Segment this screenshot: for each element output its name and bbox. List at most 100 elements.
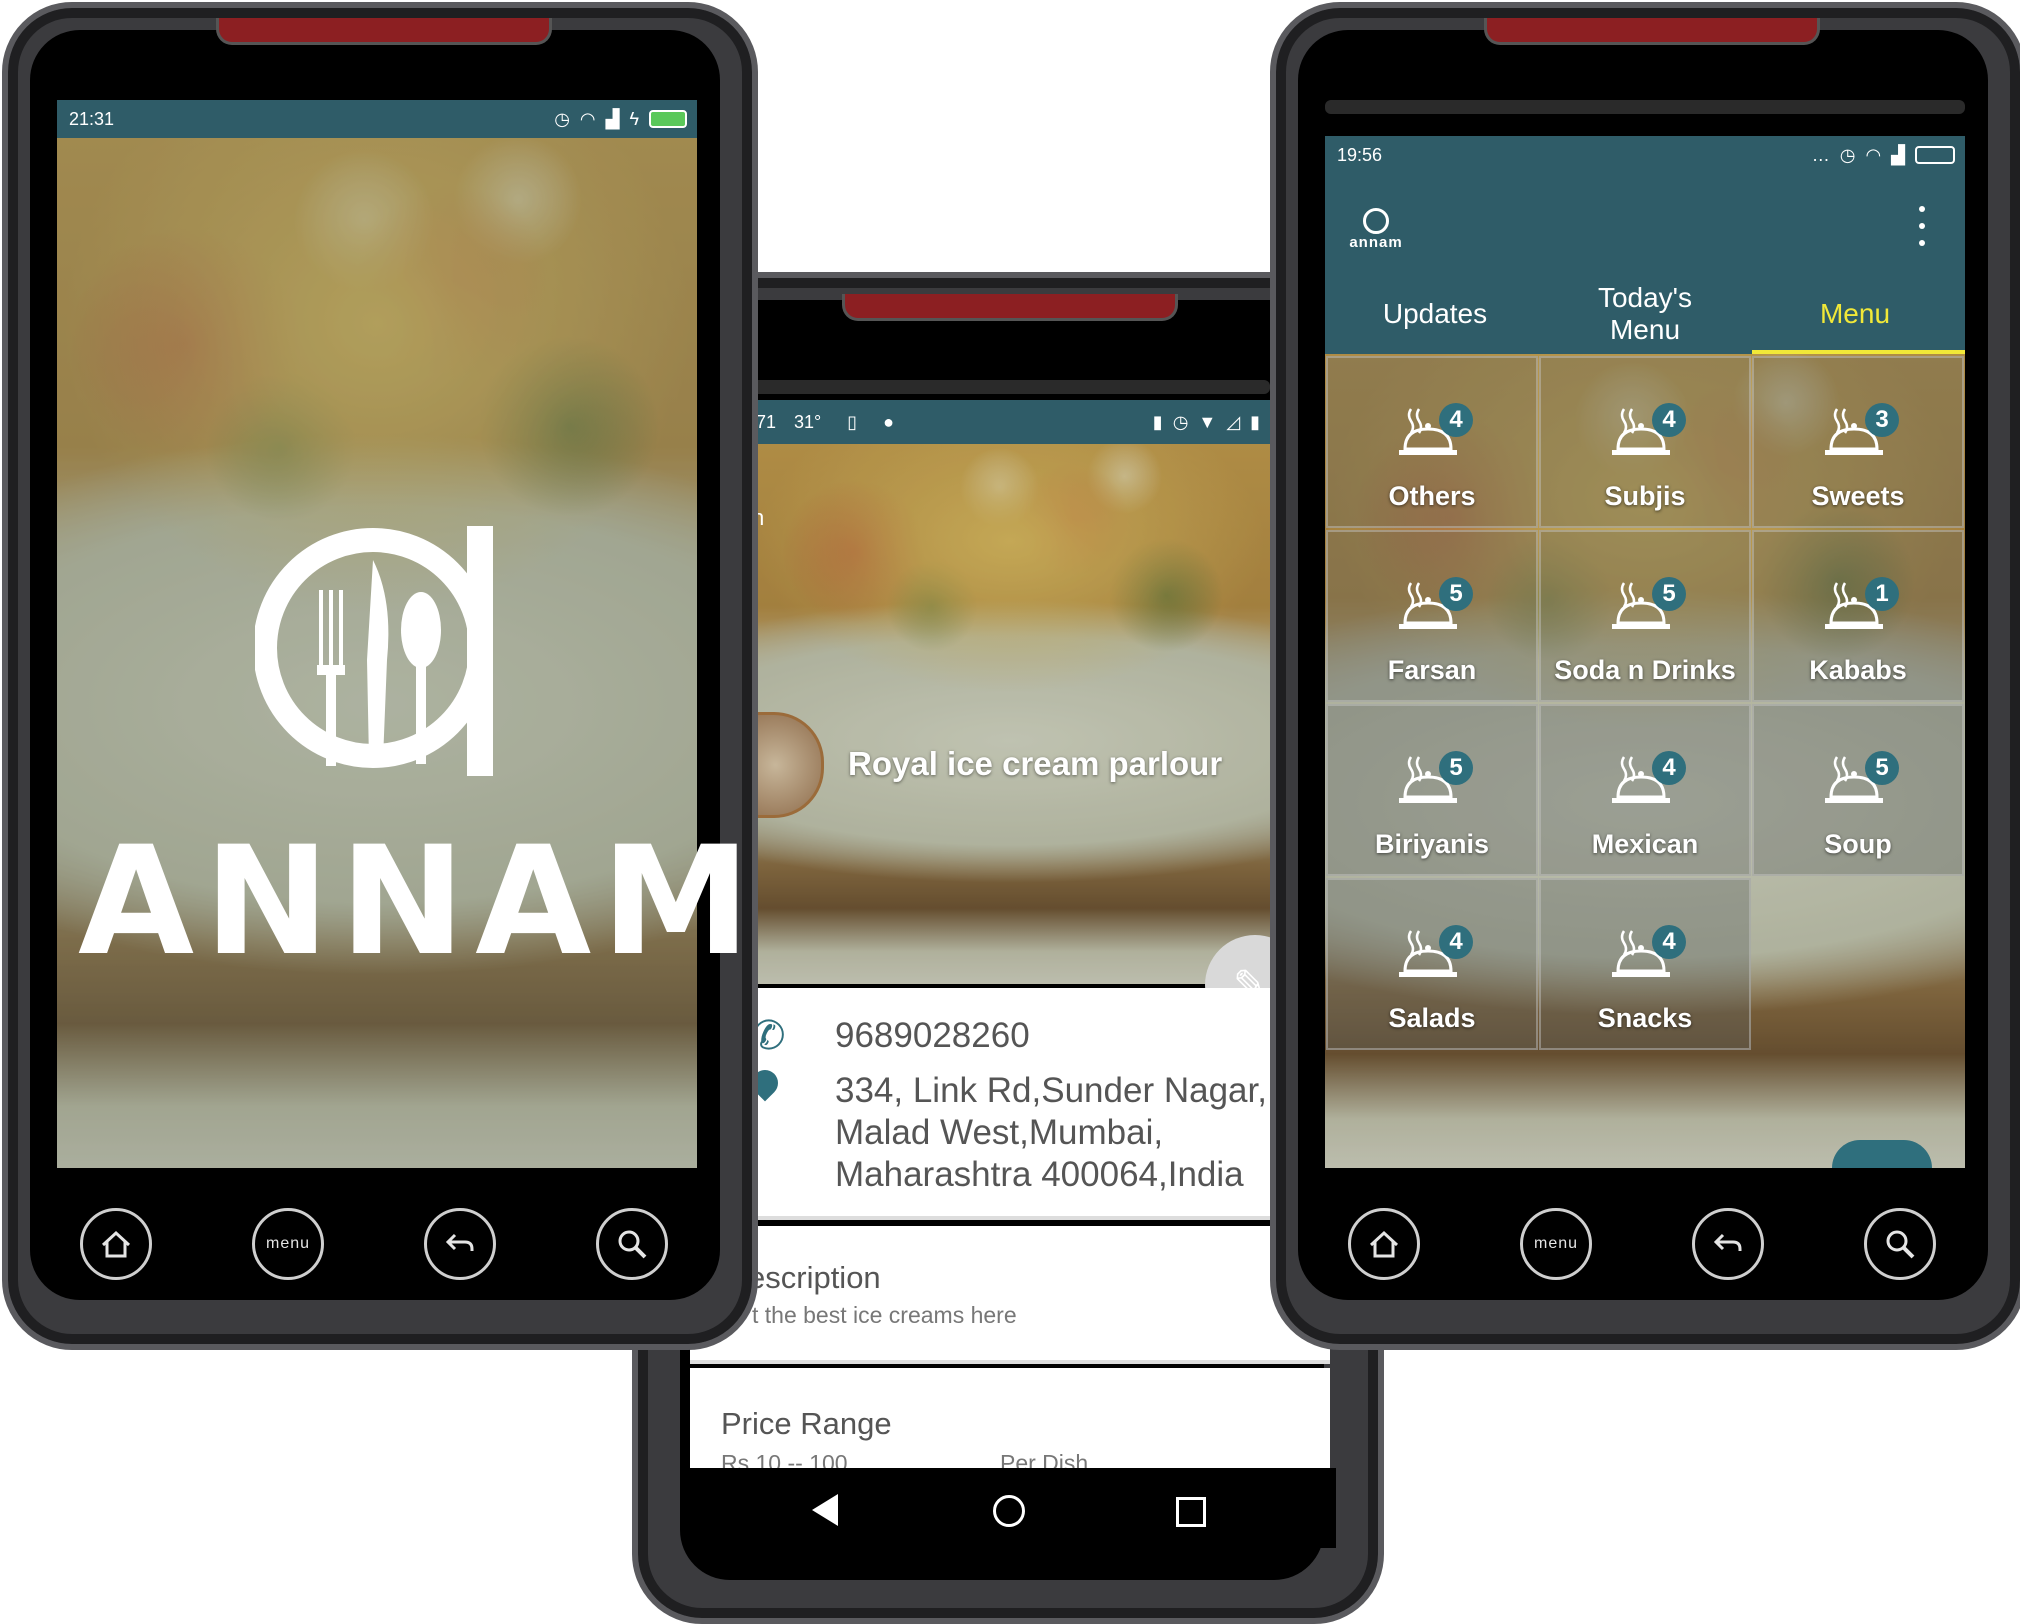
serving-dish-icon: 4 bbox=[1397, 925, 1473, 995]
menu-category-tile[interactable]: 5 Soda n Drinks bbox=[1539, 530, 1751, 702]
menu-category-label: Sweets bbox=[1811, 481, 1905, 511]
item-count-badge: 5 bbox=[1652, 577, 1686, 611]
menu-category-tile[interactable]: 5 Soup bbox=[1752, 704, 1964, 876]
item-count-badge: 4 bbox=[1652, 403, 1686, 437]
back-button[interactable] bbox=[424, 1208, 496, 1280]
tab-menu[interactable]: Menu bbox=[1780, 298, 1930, 330]
menu-grid: 4 Others 4 Subjis 3 Sweets 5 Farsan 5 Soda n Drin… bbox=[1326, 356, 1966, 1056]
menu-category-label: Kababs bbox=[1809, 655, 1907, 685]
menu-category-tile[interactable]: 5 Biriyanis bbox=[1326, 704, 1538, 876]
restaurant-phone[interactable]: 9689028260 bbox=[835, 1015, 1030, 1057]
menu-category-label: Salads bbox=[1388, 1003, 1476, 1033]
item-count-badge: 4 bbox=[1652, 925, 1686, 959]
status-time: 21:31 bbox=[69, 108, 115, 129]
back-triangle-icon[interactable] bbox=[812, 1494, 838, 1526]
address-line-2: Malad West,Mumbai, bbox=[835, 1113, 1164, 1152]
item-count-badge: 4 bbox=[1652, 751, 1686, 785]
item-count-badge: 5 bbox=[1865, 751, 1899, 785]
search-button[interactable] bbox=[596, 1208, 668, 1280]
item-count-badge: 1 bbox=[1865, 577, 1899, 611]
serving-dish-icon: 3 bbox=[1823, 403, 1899, 473]
serving-dish-icon: 4 bbox=[1397, 403, 1473, 473]
menu-category-tile[interactable]: 4 Snacks bbox=[1539, 878, 1751, 1050]
vibrate-icon: ▮ bbox=[1152, 411, 1163, 432]
home-button[interactable] bbox=[1348, 1208, 1420, 1280]
home-icon bbox=[101, 1230, 131, 1258]
menu-category-label: Farsan bbox=[1387, 655, 1477, 685]
restaurant-name: Royal ice cream parlour bbox=[848, 745, 1223, 782]
back-button[interactable] bbox=[1692, 1208, 1764, 1280]
recents-square-icon[interactable] bbox=[1176, 1497, 1206, 1527]
home-button[interactable] bbox=[80, 1208, 152, 1280]
price-title: Price Range bbox=[721, 1406, 892, 1441]
menu-category-label: Mexican bbox=[1591, 829, 1699, 859]
overflow-menu-button[interactable] bbox=[1912, 206, 1932, 246]
status-time: 19:56 bbox=[1337, 144, 1383, 165]
right-status-bar: 19:56 … ◷ ◠ ▟ bbox=[1325, 136, 1965, 174]
menu-category-label: Biriyanis bbox=[1374, 829, 1490, 859]
app-logo-icon bbox=[1363, 208, 1389, 234]
back-arrow-icon bbox=[445, 1233, 474, 1251]
search-icon bbox=[1886, 1230, 1915, 1259]
item-count-badge: 4 bbox=[1439, 403, 1473, 437]
menu-category-tile[interactable]: 4 Salads bbox=[1326, 878, 1538, 1050]
menu-category-tile[interactable]: 4 Mexican bbox=[1539, 704, 1751, 876]
more-notifications-icon: … bbox=[1811, 144, 1830, 165]
phone-icon: ▯ bbox=[847, 411, 858, 432]
home-icon bbox=[1369, 1230, 1399, 1258]
right-speaker bbox=[1484, 18, 1820, 45]
menu-button[interactable]: menu bbox=[252, 1208, 324, 1280]
item-count-badge: 4 bbox=[1439, 925, 1473, 959]
menu-category-label: Subjis bbox=[1604, 481, 1686, 511]
middle-top-bar bbox=[750, 380, 1270, 394]
item-count-badge: 5 bbox=[1439, 751, 1473, 785]
brand-wordmark: ANNAM bbox=[78, 815, 761, 989]
menu-category-label: Others bbox=[1388, 481, 1476, 511]
menu-category-tile[interactable]: 3 Sweets bbox=[1752, 356, 1964, 528]
alarm-icon: ◷ bbox=[1172, 411, 1189, 432]
search-button[interactable] bbox=[1864, 1208, 1936, 1280]
menu-category-tile[interactable]: 4 Others bbox=[1326, 356, 1538, 528]
address-line-1: 334, Link Rd,Sunder Nagar, bbox=[835, 1071, 1267, 1110]
middle-status-bar: 71 31° ▯ ● ▮ ◷ ▼ ◿ ▮ bbox=[750, 400, 1270, 444]
battery-icon: ▮ bbox=[1250, 411, 1260, 432]
wifi-icon: ▼ bbox=[1198, 411, 1217, 432]
left-status-bar: 21:31 ◷ ◠ ▟ ϟ bbox=[57, 100, 697, 138]
alarm-icon: ◷ bbox=[1839, 144, 1856, 165]
right-top-bar bbox=[1325, 100, 1965, 114]
home-circle-icon[interactable] bbox=[993, 1495, 1025, 1527]
menu-button[interactable]: menu bbox=[1520, 1208, 1592, 1280]
charging-icon: ϟ bbox=[629, 108, 639, 129]
search-icon bbox=[618, 1230, 647, 1259]
price-unit: Per Dish bbox=[1000, 1450, 1089, 1468]
signal-icon: ▟ bbox=[605, 108, 620, 129]
app-logo: annam bbox=[1345, 208, 1407, 251]
android-icon: ● bbox=[883, 411, 895, 432]
dot-icon bbox=[1919, 206, 1925, 212]
app-logo-text: annam bbox=[1349, 234, 1403, 251]
battery-icon bbox=[1915, 146, 1955, 164]
status-temp: 31° bbox=[794, 411, 822, 432]
serving-dish-icon: 4 bbox=[1610, 751, 1686, 821]
fab-button[interactable] bbox=[1832, 1140, 1932, 1168]
battery-icon bbox=[649, 110, 687, 128]
status-time-prefix: 71 bbox=[756, 411, 777, 432]
serving-dish-icon: 5 bbox=[1397, 751, 1473, 821]
menu-category-tile[interactable]: 5 Farsan bbox=[1326, 530, 1538, 702]
back-arrow-icon bbox=[1713, 1233, 1742, 1251]
restaurant-cover-image bbox=[750, 444, 1270, 984]
wifi-icon: ◠ bbox=[1865, 144, 1882, 165]
serving-dish-icon: 5 bbox=[1610, 577, 1686, 647]
menu-category-tile[interactable]: 4 Subjis bbox=[1539, 356, 1751, 528]
tab-todays-menu[interactable]: Today's Menu bbox=[1580, 282, 1710, 346]
wifi-icon: ◠ bbox=[579, 108, 596, 129]
menu-category-tile[interactable]: 1 Kababs bbox=[1752, 530, 1964, 702]
tab-updates[interactable]: Updates bbox=[1365, 298, 1505, 330]
serving-dish-icon: 1 bbox=[1823, 577, 1899, 647]
dot-icon bbox=[1919, 240, 1925, 246]
item-count-badge: 3 bbox=[1865, 403, 1899, 437]
serving-dish-icon: 5 bbox=[1397, 577, 1473, 647]
menu-category-label: Soup bbox=[1824, 829, 1892, 859]
middle-speaker bbox=[842, 294, 1178, 321]
address-line-3: Maharashtra 400064,India bbox=[835, 1155, 1244, 1194]
